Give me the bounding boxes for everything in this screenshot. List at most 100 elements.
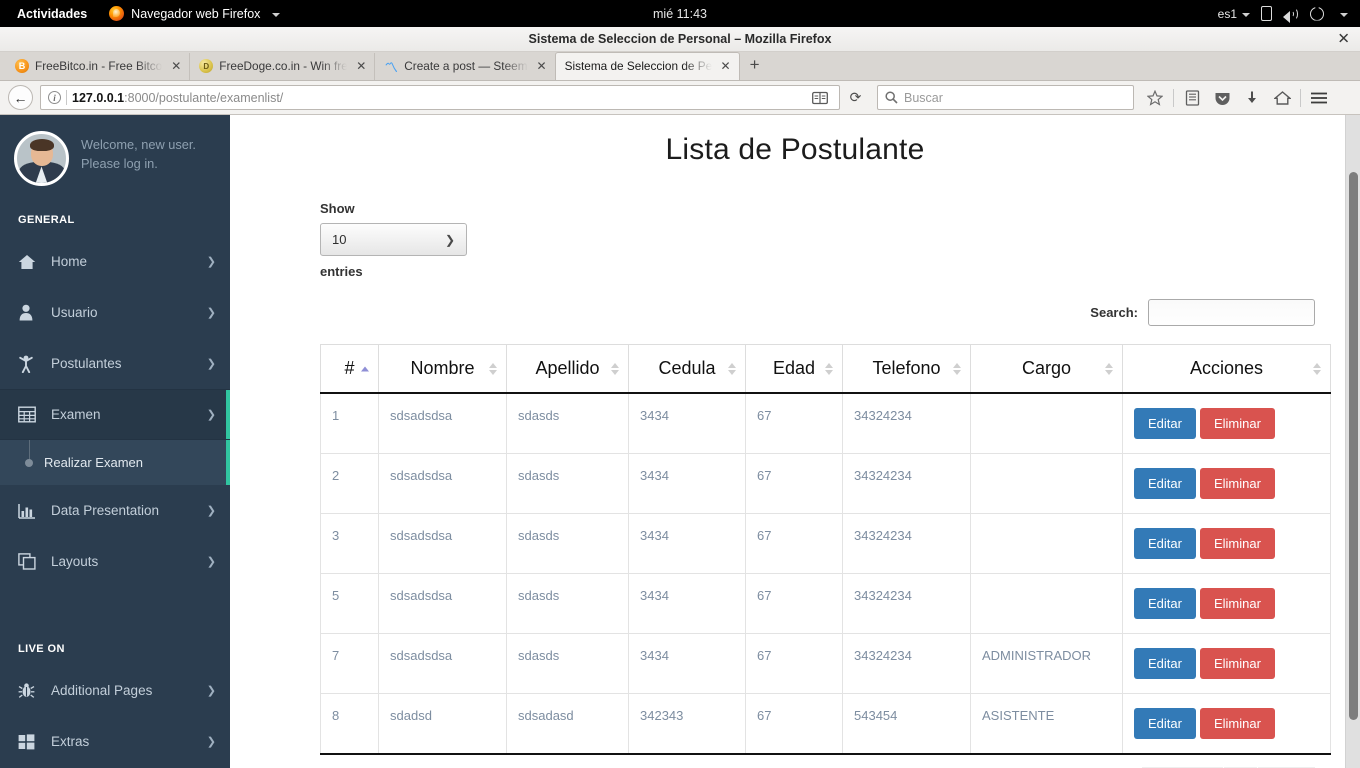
cell-num: 1 [320,392,379,455]
table-row: 8 sdadsd sdsadasd 342343 67 543454 ASIST… [320,693,1331,756]
device-icon[interactable] [1261,6,1272,21]
cell-telefono: 34324234 [842,453,971,515]
browser-tab[interactable]: 〽 Create a post — Steem ✕ [374,52,554,80]
url-host: 127.0.0.1 [72,90,125,105]
divider [1300,88,1301,107]
sort-indicator [728,362,736,375]
scrollbar-thumb[interactable] [1349,172,1358,721]
cell-cedula: 3434 [628,633,746,695]
cell-telefono: 34324234 [842,392,971,455]
sidebar-item-layouts[interactable]: Layouts ❯ [0,536,230,587]
column-header-edad[interactable]: Edad [745,344,843,395]
column-header-num[interactable]: # [320,344,379,395]
sidebar-subitem-realizar-examen[interactable]: Realizar Examen [0,440,230,486]
gnome-top-bar: Actividades Navegador web Firefox mié 11… [0,0,1360,27]
sidebar-item-label: Examen [51,407,101,423]
close-tab-icon[interactable]: ✕ [718,59,731,73]
sidebar-item-home[interactable]: Home ❯ [0,236,230,287]
reader-mode-icon[interactable] [807,86,833,109]
cell-num: 3 [320,513,379,575]
search-input[interactable] [1148,299,1315,327]
browser-tab[interactable]: FreeDoge.co.in - Win fre ✕ [189,52,374,80]
page-scrollbar[interactable] [1345,115,1360,768]
info-icon[interactable]: i [48,91,61,105]
edit-button[interactable]: Editar [1134,528,1196,560]
welcome-line-1: Welcome, new user. [81,137,196,153]
column-header-nombre[interactable]: Nombre [378,344,507,395]
sidebar-item-postulantes[interactable]: Postulantes ❯ [0,338,230,389]
caret-down-icon[interactable] [1340,12,1348,17]
table-header-row: # Nombre Apellido Cedula Edad Telefono C… [320,344,1331,395]
sort-indicator [1313,362,1321,375]
show-label: Show [320,201,355,217]
delete-button[interactable]: Eliminar [1199,648,1275,680]
search-label: Search: [1090,305,1138,321]
delete-button[interactable]: Eliminar [1199,708,1275,740]
chevron-down-icon: ❯ [206,505,216,518]
cell-apellido: sdasds [506,513,629,575]
keyboard-layout-indicator[interactable]: es1 [1218,7,1250,21]
cell-apellido: sdsadasd [506,693,629,756]
chevron-down-icon: ❯ [206,358,216,371]
reload-icon[interactable]: ⟳ [842,85,869,110]
column-header-apellido[interactable]: Apellido [506,344,629,395]
delete-button[interactable]: Eliminar [1199,468,1275,500]
delete-button[interactable]: Eliminar [1199,408,1275,440]
library-icon[interactable] [1177,85,1207,111]
sidebar-item-data-presentation[interactable]: Data Presentation ❯ [0,485,230,536]
sidebar-item-label: Usuario [51,305,98,321]
cell-nombre: sdsadsdsa [378,513,507,575]
close-tab-icon[interactable]: ✕ [168,59,181,73]
browser-tab-active[interactable]: Sistema de Seleccion de Pe ✕ [554,51,740,80]
cell-nombre: sdadsd [378,693,507,756]
table-row: 5 sdsadsdsa sdasds 3434 67 34324234 Edit… [320,573,1331,635]
app-menu-button[interactable]: Navegador web Firefox [109,6,281,21]
activities-button[interactable]: Actividades [9,7,95,21]
search-bar[interactable]: Buscar [877,85,1134,111]
menu-icon[interactable] [1304,85,1334,111]
sidebar-item-examen[interactable]: Examen ❯ [0,389,230,441]
sidebar-item-additional-pages[interactable]: Additional Pages ❯ [0,665,230,716]
cell-apellido: sdasds [506,392,629,455]
new-tab-button[interactable]: + [740,56,770,76]
download-icon[interactable] [1237,85,1267,111]
table-row: 1 sdsadsdsa sdasds 3434 67 34324234 Edit… [320,392,1331,455]
cell-acciones: Editar Eliminar [1122,573,1331,635]
column-header-cedula[interactable]: Cedula [628,344,746,395]
delete-button[interactable]: Eliminar [1199,528,1275,560]
sort-indicator-asc [361,366,369,372]
sort-indicator [825,362,833,375]
cell-cargo [970,513,1123,575]
cell-num: 2 [320,453,379,515]
edit-button[interactable]: Editar [1134,588,1196,620]
sidebar-item-label: Additional Pages [51,683,153,699]
url-bar[interactable]: i 127.0.0.1:8000/postulante/examenlist/ [40,85,840,111]
entries-per-page-value: 10 [332,232,347,248]
steem-icon: 〽 [384,59,398,75]
cell-edad: 67 [745,633,843,695]
firefox-icon [109,6,125,21]
delete-button[interactable]: Eliminar [1199,588,1275,620]
close-tab-icon[interactable]: ✕ [353,59,366,73]
back-icon[interactable]: ← [8,85,33,111]
column-header-cargo[interactable]: Cargo [970,344,1123,395]
bookmark-star-icon[interactable] [1140,85,1170,111]
copy-layers-icon [18,553,40,571]
edit-button[interactable]: Editar [1134,708,1196,740]
column-header-acciones[interactable]: Acciones [1122,344,1331,395]
close-tab-icon[interactable]: ✕ [534,59,547,73]
edit-button[interactable]: Editar [1134,648,1196,680]
edit-button[interactable]: Editar [1134,408,1196,440]
pocket-icon[interactable] [1207,85,1237,111]
entries-per-page-select[interactable]: 10 ❯ [320,223,467,257]
browser-tab[interactable]: FreeBitco.in - Free Bitco ✕ [6,53,189,80]
column-header-telefono[interactable]: Telefono [842,344,971,395]
sidebar-item-usuario[interactable]: Usuario ❯ [0,287,230,338]
volume-icon[interactable] [1283,7,1299,23]
sidebar-item-extras[interactable]: Extras ❯ [0,716,230,767]
power-icon[interactable] [1310,6,1324,21]
home-icon[interactable] [1267,85,1297,111]
close-icon[interactable]: ✕ [1337,31,1350,46]
edit-button[interactable]: Editar [1134,468,1196,500]
table-body: 1 sdsadsdsa sdasds 3434 67 34324234 Edit… [320,392,1331,756]
